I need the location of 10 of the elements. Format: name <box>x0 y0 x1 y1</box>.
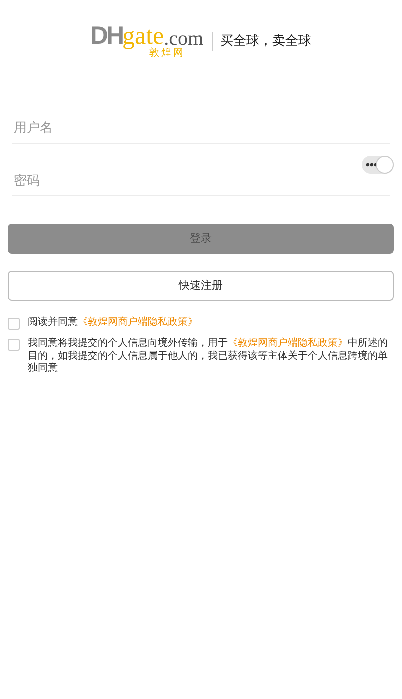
checkbox[interactable] <box>8 339 20 351</box>
agreement-text: 阅读并同意《敦煌网商户端隐私政策》 <box>28 317 198 330</box>
privacy-policy-link[interactable]: 《敦煌网商户端隐私政策》 <box>228 338 348 349</box>
agreement-text: 我同意将我提交的个人信息向境外传输，用于《敦煌网商户端隐私政策》中所述的目的，如我提交的个人信息属于他人的，我已获得该等主体关于个人信息跨境的单独同意 <box>28 338 389 376</box>
privacy-policy-link[interactable]: 《敦煌网商户端隐私政策》 <box>78 317 198 328</box>
dhgate-logo: DHgate.com 敦煌网 <box>90 24 204 59</box>
register-button[interactable]: 快速注册 <box>8 271 394 301</box>
slogan: 买全球，卖全球 <box>212 32 312 52</box>
password-visibility-toggle[interactable] <box>362 156 394 174</box>
checkbox[interactable] <box>8 318 20 330</box>
